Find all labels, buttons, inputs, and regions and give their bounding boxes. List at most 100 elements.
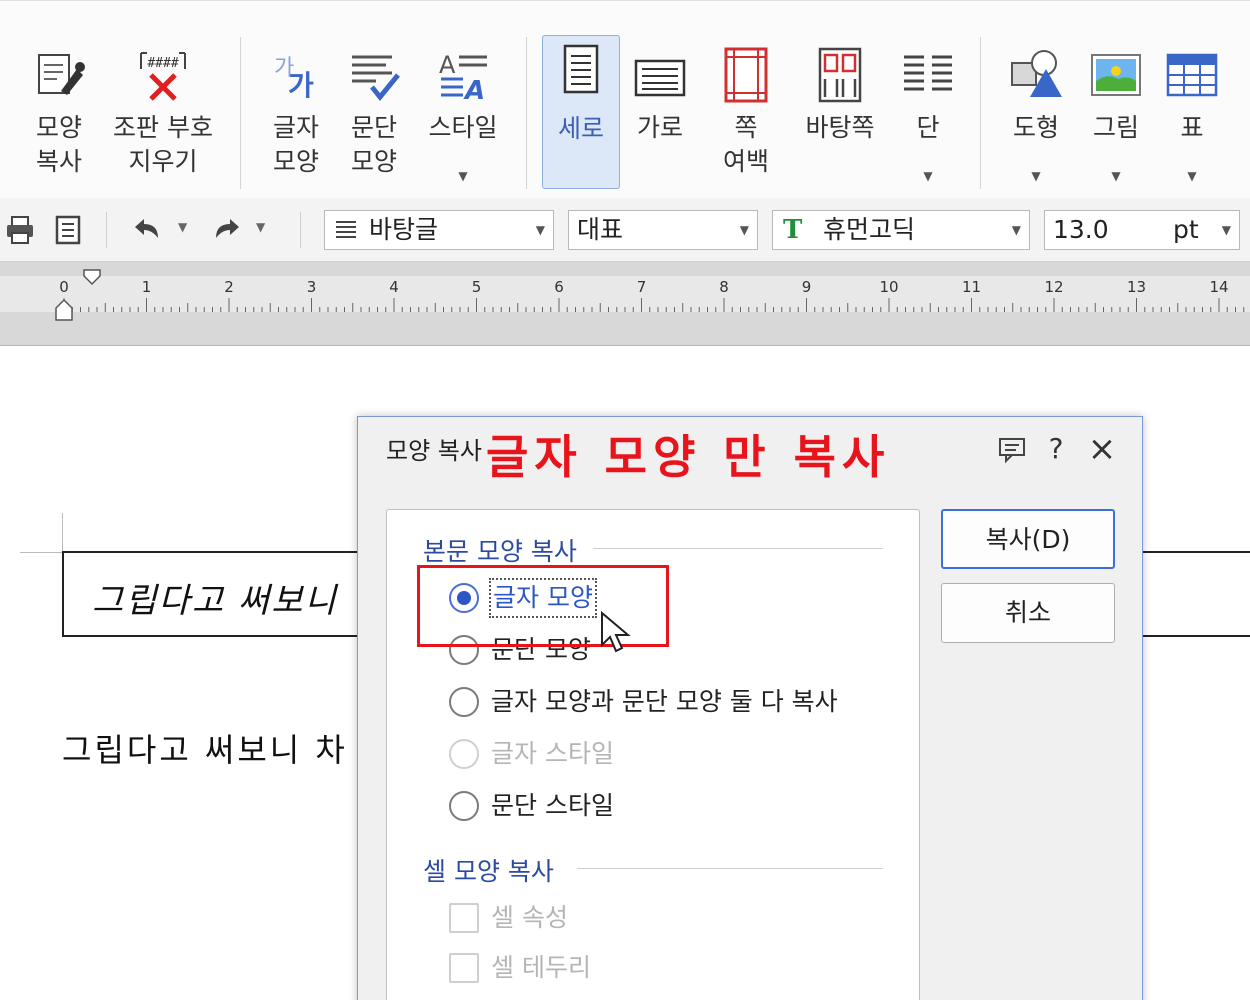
chevron-down-icon: ▼ [458,169,468,183]
radio-para-style-label[interactable]: 문단 스타일 [491,788,614,824]
ruler-label: 12 [1044,278,1063,296]
comment-icon[interactable] [994,431,1030,467]
cancel-button[interactable]: 취소 [941,583,1115,643]
remove-markup-label: 조판 부호 [113,113,213,142]
ruler-label: 2 [224,278,234,296]
remove-markup-button[interactable]: #### 조판 부호 지우기 [108,41,218,191]
checkbox-cell-props-label: 셀 속성 [491,903,568,932]
columns-label: 단 [916,113,940,142]
ruler-label: 10 [879,278,898,296]
portrait-page-icon [563,44,599,94]
ruler-ticks: 0 1 2 3 4 5 6 7 8 9 10 11 12 13 14 [59,278,1245,312]
shape-button[interactable]: 도형 ▼ [1002,41,1070,191]
ruler-label: 5 [472,278,482,296]
dialog-title: 모양 복사 [386,437,482,465]
ruler-label: 9 [802,278,812,296]
chevron-down-icon[interactable]: ▼ [256,220,265,234]
close-button[interactable]: × [1084,431,1120,467]
copy-shape-label: 모양 [35,113,82,142]
table-button[interactable]: 표 ▼ [1160,41,1224,191]
portrait-label: 세로 [557,114,604,143]
left-indent-marker[interactable] [54,298,74,322]
para-shape-label: 문단 [350,113,397,142]
radio-icon[interactable] [449,687,479,717]
checkbox-cell-border-label: 셀 테두리 [491,953,591,982]
ribbon-separator [980,37,981,189]
language-select-value: 대표 [577,215,624,244]
ruler-label: 3 [307,278,317,296]
svg-text:####: #### [147,56,178,71]
redo-icon[interactable] [210,214,242,246]
ruler-label: 4 [389,278,399,296]
columns-button[interactable]: 단 ▼ [896,41,960,191]
radio-char-style-label: 글자 스타일 [491,739,614,768]
svg-text:A: A [439,51,456,79]
mouse-cursor-icon [601,611,631,653]
portrait-button[interactable]: 세로 [542,35,620,189]
chevron-down-icon: ▼ [1187,169,1197,183]
body-paragraph[interactable]: 그립다고 써보니 차 [62,725,348,771]
cell-text[interactable]: 그립다고 써보니 [92,573,338,622]
char-shape-label: 글자 [272,113,319,142]
picture-label: 그림 [1092,113,1139,142]
para-shape-button[interactable]: 문단 모양 [340,41,408,191]
horizontal-ruler[interactable]: 0 1 2 3 4 5 6 7 8 9 10 11 12 13 14 [0,262,1250,346]
copy-shape-button[interactable]: 모양 복사 [22,41,96,191]
remove-markup-icon: #### [140,52,186,101]
format-toolbar: ▼ ▼ 바탕글 ▼ 대표 ▼ T 휴먼고딕 ▼ 13.0 pt ▼ [0,198,1250,262]
annotation-text: 글자 모양 만 복사 [486,430,891,484]
style-button[interactable]: A A 스타일 ▼ [420,41,506,191]
radio-disabled-icon [449,739,479,769]
ruler-label: 0 [59,278,69,296]
ruler-label: 13 [1127,278,1146,296]
undo-icon[interactable] [132,214,164,246]
radio-icon[interactable] [449,791,479,821]
dialog-titlebar[interactable]: 모양 복사 글자 모양 만 복사 ? × [358,417,1142,484]
style-select[interactable]: 바탕글 ▼ [324,210,554,250]
print-icon[interactable] [4,214,36,246]
landscape-page-icon [634,59,686,97]
copy-button[interactable]: 복사(D) [941,509,1115,569]
landscape-button[interactable]: 가로 [626,41,694,191]
page-margin-icon [724,47,768,103]
char-shape-button[interactable]: 가 가 글자 모양 [262,41,330,191]
help-button[interactable]: ? [1038,431,1074,467]
columns-icon [904,55,952,91]
preview-icon[interactable] [52,214,84,246]
margin-guide [62,513,63,553]
master-page-button[interactable]: 바탕쪽 [800,41,880,191]
ruler-label: 8 [719,278,729,296]
chevron-down-icon: ▼ [1011,223,1021,237]
chevron-down-icon[interactable]: ▼ [178,220,187,234]
truetype-font-icon: T [783,215,803,245]
language-select[interactable]: 대표 ▼ [568,210,758,250]
chevron-down-icon: ▼ [1221,223,1231,237]
page-margin-label: 쪽 [734,113,758,142]
svg-text:A: A [463,76,485,103]
first-indent-marker[interactable] [82,268,102,288]
chevron-down-icon: ▼ [923,169,933,183]
shape-label: 도형 [1012,113,1059,142]
ruler-label: 7 [637,278,647,296]
section-divider [593,548,883,549]
char-shape-icon: 가 가 [274,56,314,102]
landscape-label: 가로 [636,113,683,142]
table-label: 표 [1180,113,1204,142]
master-page-label: 바탕쪽 [805,113,875,142]
svg-text:가: 가 [288,69,314,102]
font-size-unit: pt [1173,215,1199,244]
ruler-label: 14 [1209,278,1228,296]
chevron-down-icon: ▼ [1031,169,1041,183]
radio-both-shapes-label[interactable]: 글자 모양과 문단 모양 둘 다 복사 [491,684,838,720]
font-select[interactable]: T 휴먼고딕 ▼ [772,210,1030,250]
chevron-down-icon: ▼ [535,223,545,237]
copy-shape-dialog: 모양 복사 글자 모양 만 복사 ? × 본문 모양 복사 글자 모양 문단 모… [357,416,1143,1000]
font-size-select[interactable]: 13.0 pt ▼ [1044,210,1240,250]
copy-shape-label-2: 복사 [35,147,82,176]
picture-button[interactable]: 그림 ▼ [1082,41,1150,191]
page-margin-button[interactable]: 쪽 여백 [712,41,780,191]
style-icon: A A [439,51,487,103]
body-shape-section-title: 본문 모양 복사 [423,537,577,566]
section-divider [577,868,883,869]
eyedropper-icon [38,54,85,95]
